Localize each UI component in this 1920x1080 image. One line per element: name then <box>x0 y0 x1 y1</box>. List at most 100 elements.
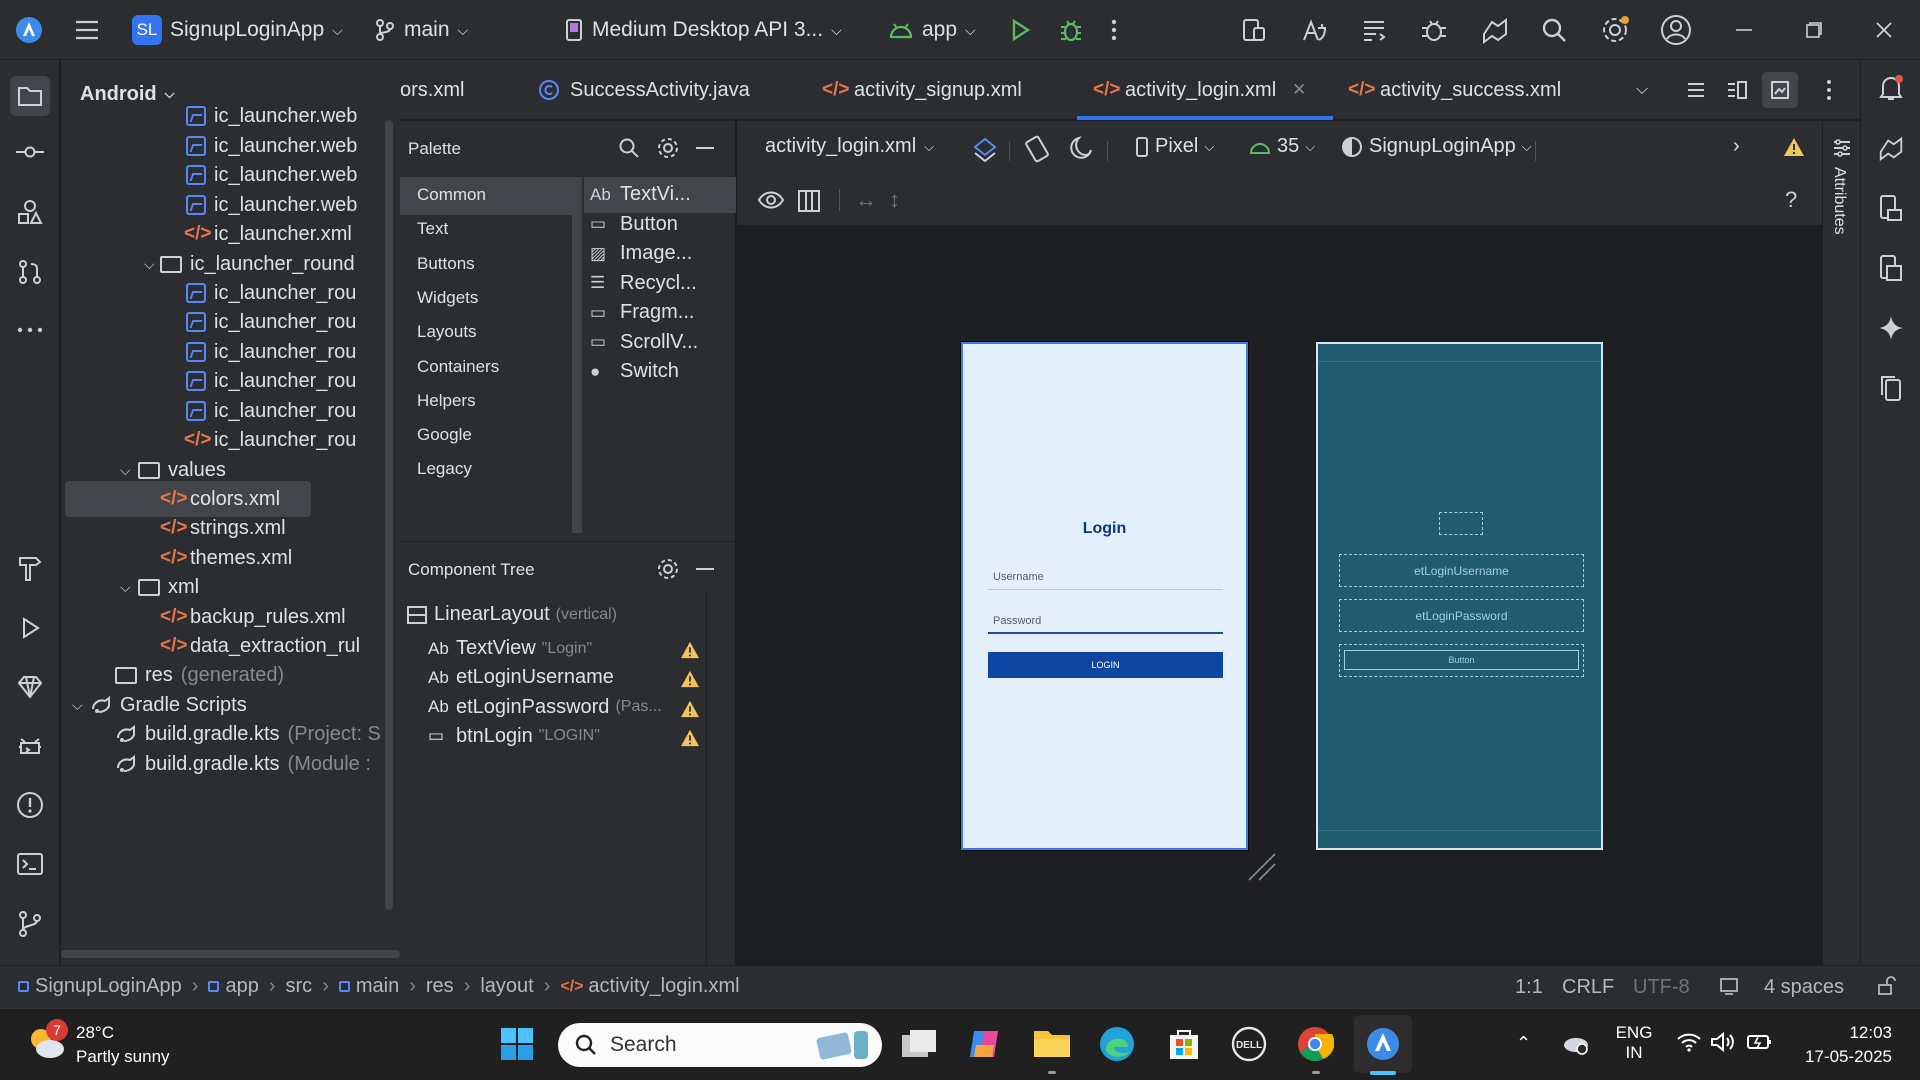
store-icon[interactable] <box>1166 1025 1202 1061</box>
blueprint-preview[interactable]: etLoginUsername etLoginPassword Button <box>1316 342 1603 850</box>
breadcrumb-item[interactable]: main <box>338 975 399 998</box>
android-studio-logo[interactable] <box>14 0 44 60</box>
breadcrumb-item[interactable]: app <box>208 975 259 998</box>
minimize-panel-icon[interactable] <box>696 568 714 570</box>
preview-username-field[interactable]: Username <box>988 564 1223 590</box>
vertical-resize-icon[interactable]: ↕ <box>889 187 900 213</box>
palette-item[interactable]: ▭ Fragm... <box>590 301 694 324</box>
app-inspection-icon[interactable] <box>1420 0 1448 60</box>
settings-icon[interactable] <box>1600 0 1630 60</box>
search-icon[interactable] <box>618 137 640 159</box>
commit-tool-icon[interactable] <box>16 138 44 166</box>
tree-hscrollbar[interactable] <box>61 950 400 958</box>
palette-item[interactable]: ☰ Recycl... <box>590 272 697 295</box>
tab-colors[interactable]: ors.xml <box>400 60 464 120</box>
chevron-right-icon[interactable]: › <box>1733 135 1740 158</box>
more-options-icon[interactable] <box>1826 60 1832 120</box>
battery-icon[interactable] <box>1746 1031 1774 1053</box>
theme-selector[interactable]: SignupLoginApp ⌵ <box>1341 135 1532 158</box>
blueprint-username[interactable]: etLoginUsername <box>1339 554 1584 587</box>
project-tool-icon[interactable] <box>10 76 50 116</box>
minimize-panel-icon[interactable] <box>696 147 714 149</box>
language-indicator[interactable]: ENG IN <box>1614 1023 1654 1063</box>
palette-category-layouts[interactable]: Layouts <box>417 322 477 342</box>
weather-text[interactable]: Partly sunny <box>76 1047 170 1067</box>
warning-icon[interactable] <box>1783 137 1805 157</box>
more-tools-icon[interactable] <box>16 316 44 344</box>
main-menu-icon[interactable] <box>74 0 100 60</box>
chevron-down-icon[interactable]: ⌵ <box>120 462 136 479</box>
split-view-icon[interactable] <box>1726 60 1748 120</box>
palette-item[interactable]: ▨ Image... <box>590 242 692 265</box>
warning-icon[interactable] <box>680 700 700 718</box>
palette-category-helpers[interactable]: Helpers <box>417 391 476 411</box>
palette-category-google[interactable]: Google <box>417 425 472 445</box>
logcat-tool-icon[interactable] <box>16 732 44 760</box>
tab-activity-signup[interactable]: </> activity_signup.xml <box>822 60 1022 120</box>
lock-icon[interactable] <box>1876 976 1896 996</box>
design-surface-icon[interactable] <box>971 135 999 163</box>
debug-button[interactable] <box>1058 0 1084 60</box>
problems-icon[interactable] <box>16 791 44 819</box>
attributes-label[interactable]: Attributes <box>1830 167 1848 235</box>
chrome-icon[interactable] <box>1296 1025 1334 1063</box>
breadcrumb-item[interactable]: layout <box>480 975 533 998</box>
version-control-icon[interactable] <box>16 910 44 938</box>
gemini-icon[interactable] <box>16 673 44 701</box>
help-icon[interactable]: ? <box>1785 187 1797 213</box>
tab-activity-login[interactable]: </> activity_login.xml ✕ <box>1093 60 1306 120</box>
chevron-down-icon[interactable]: ⌵ <box>120 579 136 596</box>
design-preview[interactable]: Login Username Password LOGIN <box>961 342 1248 850</box>
onedrive-icon[interactable] <box>1560 1031 1590 1055</box>
emulator-icon[interactable] <box>1877 254 1905 282</box>
weather-temp[interactable]: 28°C <box>76 1023 114 1043</box>
notifications-icon[interactable] <box>1877 74 1905 102</box>
search-icon[interactable] <box>1540 0 1568 60</box>
resource-manager-icon[interactable] <box>16 198 44 226</box>
tree-scrollbar[interactable] <box>385 120 393 910</box>
copy-icon[interactable] <box>1877 374 1905 402</box>
file-encoding[interactable]: UTF-8 <box>1633 976 1690 999</box>
system-clock[interactable]: 12:03 17-05-2025 <box>1796 1023 1892 1067</box>
windows-start-icon[interactable] <box>500 1027 534 1061</box>
columns-icon[interactable] <box>797 189 821 213</box>
tab-success-activity[interactable]: SuccessActivity.java <box>538 60 750 120</box>
blueprint-title[interactable] <box>1439 512 1483 535</box>
palette-item[interactable]: ▭ ScrollV... <box>590 331 698 354</box>
orientation-icon[interactable] <box>1023 135 1051 163</box>
logcat-icon[interactable] <box>1360 0 1388 60</box>
gear-icon[interactable] <box>656 557 680 581</box>
running-devices-icon[interactable] <box>1877 134 1905 162</box>
breadcrumb-item[interactable]: </> activity_login.xml <box>560 975 739 998</box>
terminal-icon[interactable] <box>16 850 44 878</box>
category-scrollbar[interactable] <box>572 177 582 533</box>
dell-icon[interactable]: DELL <box>1230 1025 1268 1063</box>
component-tree-item[interactable]: ▭ btnLogin "LOGIN" <box>428 725 700 748</box>
project-view-selector[interactable]: Android ⌵ <box>80 76 175 112</box>
build-tool-icon[interactable] <box>16 554 44 582</box>
component-tree-item[interactable]: Ab etLoginUsername <box>428 666 700 689</box>
palette-category-common[interactable]: Common <box>417 185 486 205</box>
branch-selector[interactable]: main ⌵ <box>374 0 468 60</box>
translate-icon[interactable] <box>1300 0 1328 60</box>
account-icon[interactable] <box>1660 0 1692 60</box>
taskbar-search[interactable]: Search <box>558 1023 882 1067</box>
project-selector[interactable]: SL SignupLoginApp ⌵ <box>132 0 343 60</box>
code-view-icon[interactable] <box>1686 60 1706 120</box>
palette-item[interactable]: ▭ Button <box>590 213 678 236</box>
chevron-up-icon[interactable]: ⌃ <box>1516 1033 1531 1054</box>
warning-icon[interactable] <box>680 670 700 688</box>
run-tool-icon[interactable] <box>16 614 44 642</box>
indent-setting[interactable]: 4 spaces <box>1764 976 1844 999</box>
eye-icon[interactable] <box>757 189 785 211</box>
close-tab-icon[interactable]: ✕ <box>1292 80 1306 100</box>
palette-item[interactable]: Ab TextVi... <box>590 183 691 206</box>
tab-activity-success[interactable]: </> activity_success.xml <box>1348 60 1561 120</box>
copilot-icon[interactable] <box>966 1025 1004 1063</box>
wifi-icon[interactable] <box>1676 1031 1702 1053</box>
tree-root-linearlayout[interactable]: LinearLayout (vertical) <box>406 603 617 626</box>
component-tree-item[interactable]: Ab TextView "Login" <box>428 637 700 660</box>
palette-category-text[interactable]: Text <box>417 219 448 239</box>
preview-password-field[interactable]: Password <box>988 608 1223 634</box>
minimize-icon[interactable] <box>1735 0 1753 60</box>
